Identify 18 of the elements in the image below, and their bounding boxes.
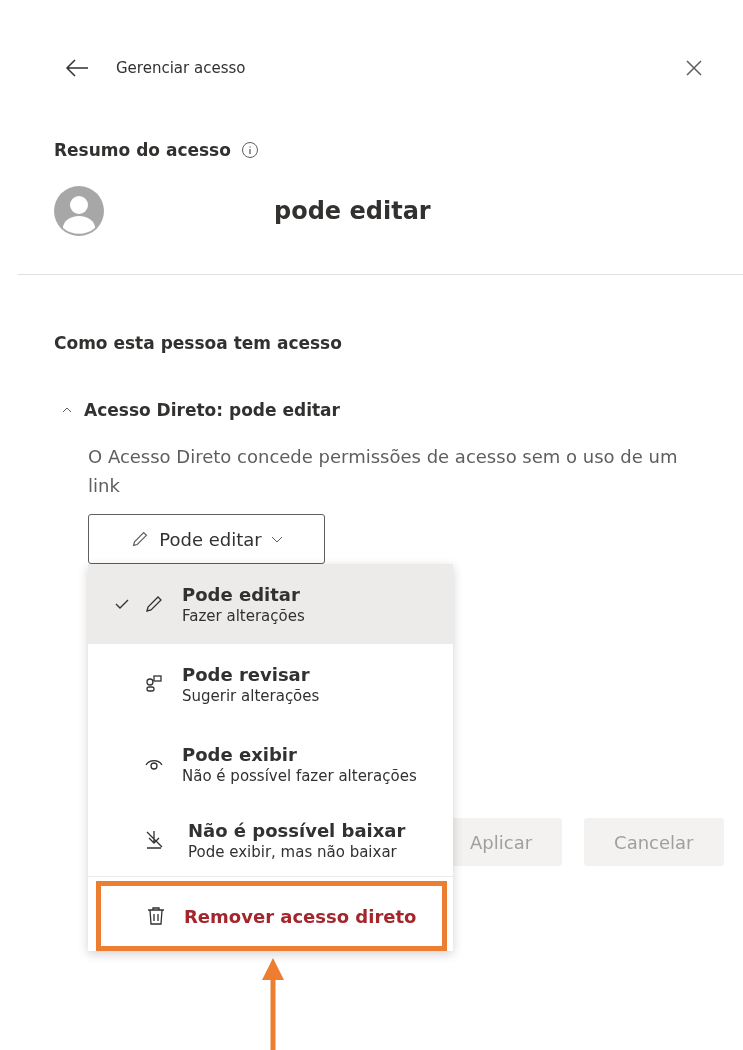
avatar-icon [54, 186, 104, 236]
section-title: Resumo do acesso [54, 140, 231, 160]
description-text: O Acesso Direto concede permissões de acesso sem o uso de um link [88, 445, 679, 498]
chevron-icon [269, 534, 284, 544]
info-icon[interactable] [240, 141, 259, 159]
menu-item[interactable]: Não é possível baixar Pode exibir, mas não baixar [88, 804, 453, 876]
chevron-icon [62, 406, 72, 414]
permission-dropdown[interactable]: Pode editar [88, 514, 325, 564]
accordion-header[interactable]: Acesso Direto: pode editar [62, 400, 340, 420]
menu-item[interactable]: Pode editar Fazer alterações [88, 564, 453, 644]
menu-item[interactable]: Pode exibir Não é possível fazer alterações [88, 724, 453, 804]
back-arrow-icon[interactable] [64, 58, 90, 78]
permission-label: pode editar [274, 197, 431, 225]
menu-item[interactable]: Pode revisar Sugerir alterações [88, 644, 453, 724]
panel-title: Gerenciar acesso [116, 59, 247, 77]
section-title: Como esta pessoa tem acesso [54, 333, 343, 353]
highlighted-menu-item[interactable]: Remover acesso direto [96, 881, 447, 951]
close-icon[interactable] [685, 59, 703, 77]
